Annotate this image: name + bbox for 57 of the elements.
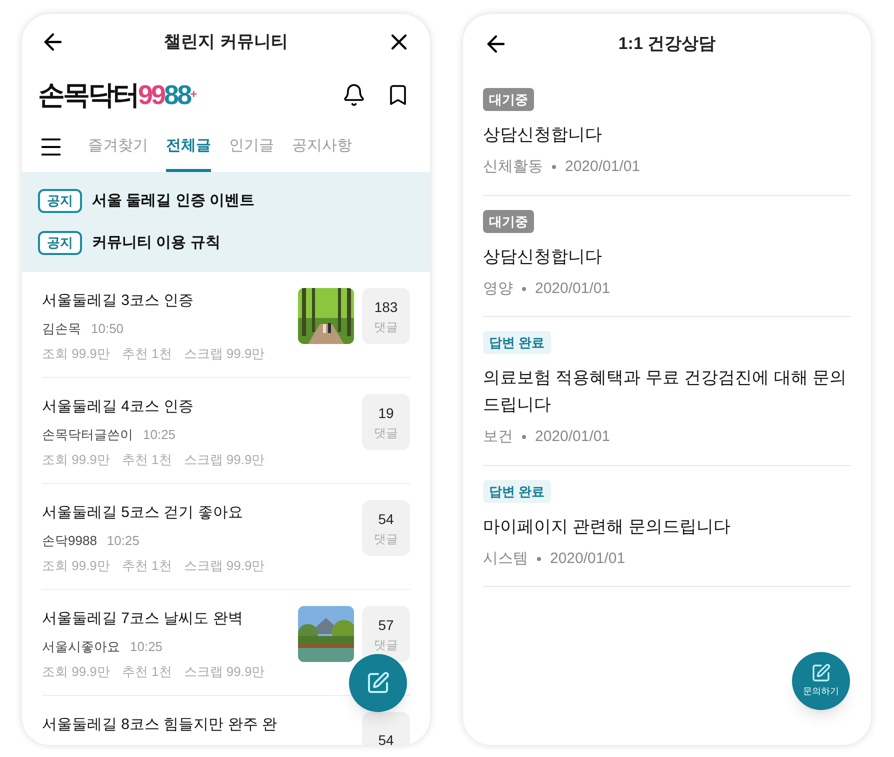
post-stat: 스크랩 99.9만 [184,557,265,575]
post-stat: 스크랩 99.9만 [184,451,265,469]
write-button[interactable] [349,654,407,712]
post-title[interactable]: 서울둘레길 7코스 날씨도 완벽 [42,608,265,630]
post-author: 손목닥터글쓴이 [42,426,133,444]
post-title[interactable]: 서울둘레길 8코스 힘들지만 완주 완 [42,714,278,736]
post-time: 10:25 [143,426,176,444]
post-author: 서울시좋아요 [42,638,120,656]
screen-title: 챌린지 커뮤니티 [164,31,288,54]
post-time: 10:25 [130,638,163,656]
inquiry-date: 2020/01/01 [535,278,610,298]
comment-count: 19 댓글 [362,394,410,450]
inquiry-category: 보건 [483,427,513,447]
inquiry-category: 영양 [483,278,513,298]
post-stat: 스크랩 99.9만 [184,663,265,681]
post-time: 10:50 [91,320,124,338]
status-badge: 답변 완료 [483,480,551,502]
notice-title[interactable]: 서울 둘레길 인증 이벤트 [92,190,255,212]
inquiry-title[interactable]: 의료보험 적용혜택과 무료 건강검진에 대해 문의드립니다 [483,364,851,418]
post-author: 김손목 [42,320,81,338]
status-badge: 답변 완료 [483,331,551,354]
notice-tag: 공지 [38,189,82,213]
inquiry-title[interactable]: 상담신청합니다 [483,242,602,270]
comment-count: 54 댓글 [362,500,410,556]
post-stat: 추천 1천 [122,345,172,363]
inquiry-title[interactable]: 상담신청합니다 [483,121,602,148]
edit-icon [366,671,390,695]
inquiry-category: 시스템 [483,548,528,568]
post-time: 10:25 [106,532,140,550]
status-badge: 대기중 [483,210,534,232]
inquiry-category: 신체활동 [483,157,543,177]
inquiry-date: 2020/01/01 [535,427,610,447]
status-badge: 대기중 [483,88,534,111]
inquiry-date: 2020/01/01 [565,157,640,177]
comment-count: 183 댓글 [362,288,410,344]
post-stat: 조회 99.9만 [42,557,110,575]
post-stat: 조회 99.9만 [42,663,110,681]
notice-tag: 공지 [38,231,82,255]
inquiry-date: 2020/01/01 [550,548,626,568]
post-title[interactable]: 서울둘레길 4코스 인증 [42,396,265,418]
edit-icon [811,663,831,684]
inquiry-button[interactable]: 문의하기 [792,652,850,710]
inquiry-title[interactable]: 마이페이지 관련해 문의드립니다 [483,512,730,540]
post-stat: 스크랩 99.9만 [184,345,265,363]
notification-icon[interactable] [342,83,366,107]
post-stat: 조회 99.9만 [42,451,110,469]
post-stat: 추천 1천 [122,557,172,575]
post-stat: 조회 99.9만 [42,345,110,363]
post-stat: 추천 1천 [122,451,172,469]
post-title[interactable]: 서울둘레길 5코스 걷기 좋아요 [42,502,265,524]
logo: 손목닥터9988$^{+}$ [38,78,196,112]
post-stat: 추천 1천 [122,663,172,681]
comment-count: 54 [362,712,410,745]
post-author: 손닥9988 [42,532,97,550]
notice-title[interactable]: 커뮤니티 이용 규칙 [92,232,220,254]
post-title[interactable]: 서울둘레길 3코스 인증 [42,290,265,312]
screen-title: 1:1 건강상담 [618,33,716,56]
